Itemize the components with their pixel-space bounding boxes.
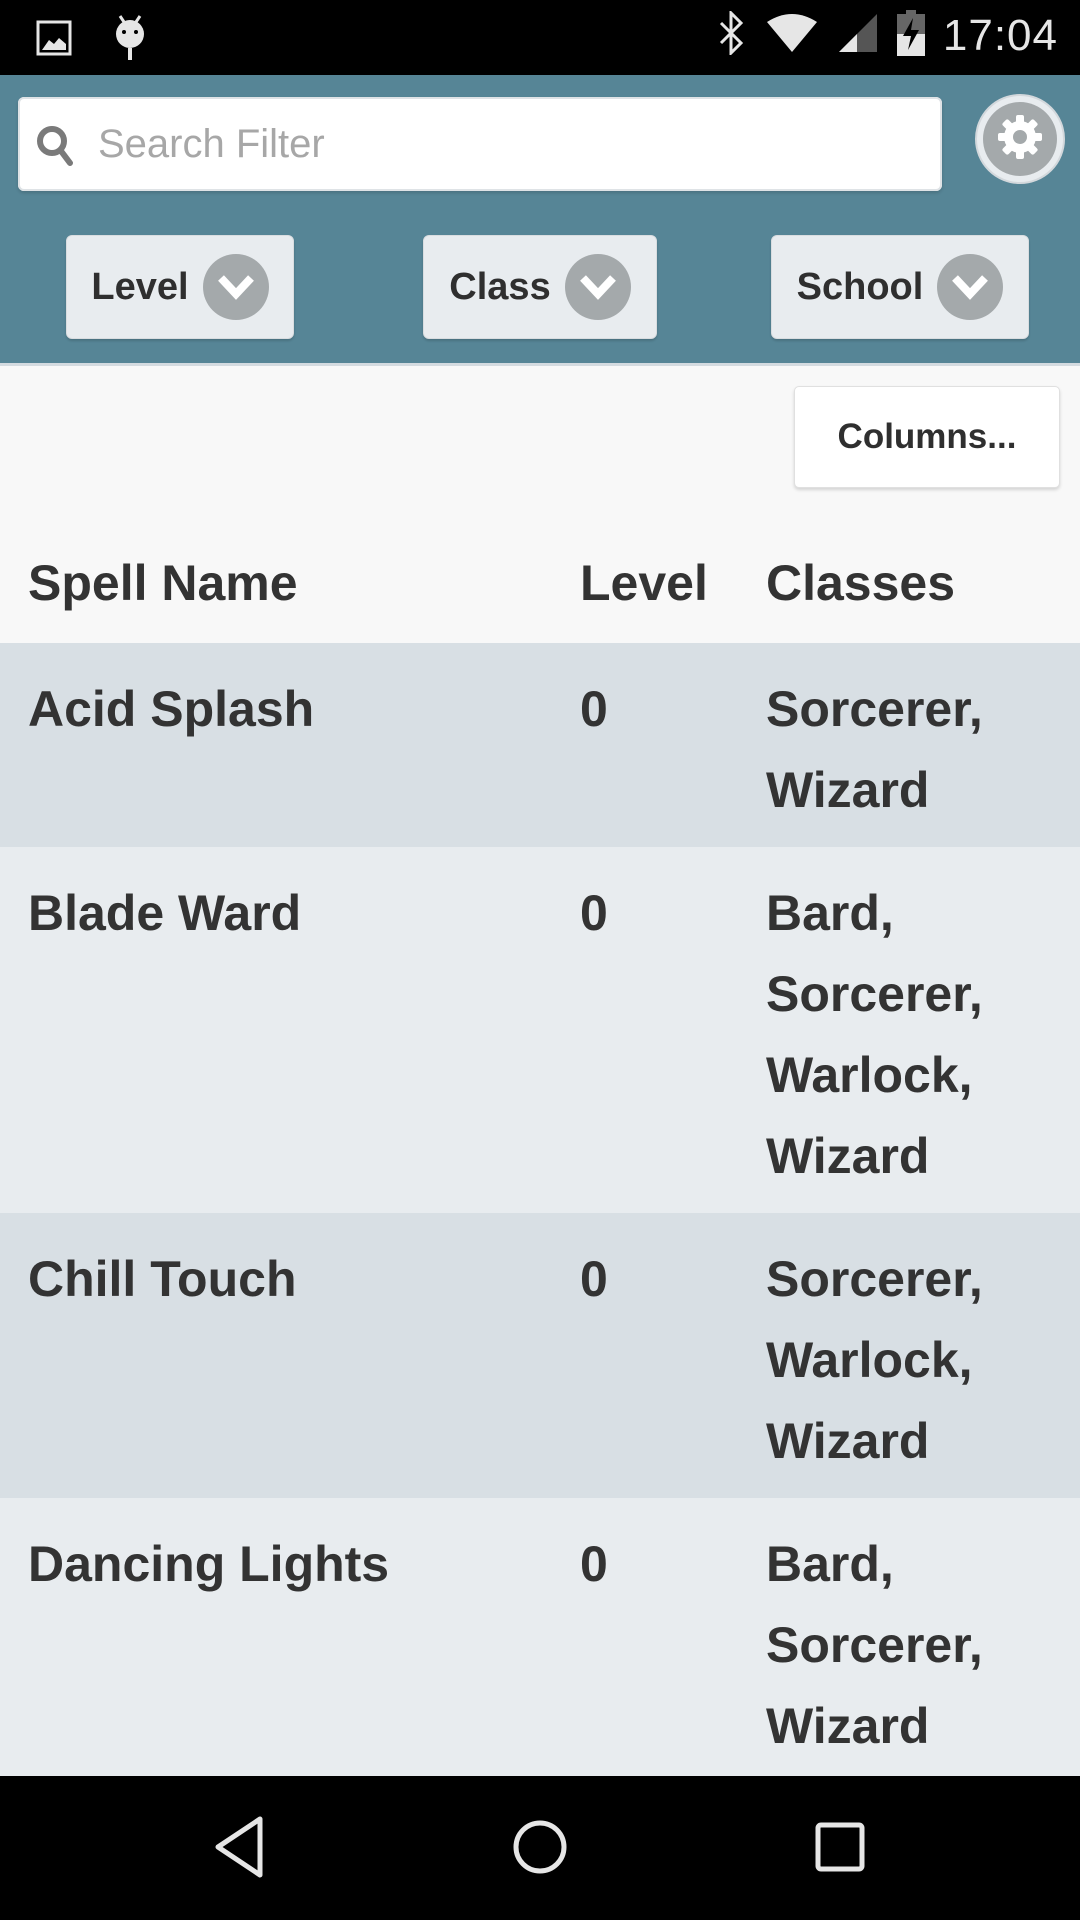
settings-button[interactable] (975, 94, 1065, 184)
recents-square-icon (812, 1819, 868, 1880)
columns-button[interactable]: Columns... (794, 386, 1060, 488)
spell-name: Blade Ward (28, 885, 302, 941)
clock: 17:04 (942, 10, 1058, 60)
class-entry: Wizard (766, 1698, 930, 1754)
navigation-bar (0, 1776, 1080, 1920)
spell-classes: Bard, Sorcerer, Warlock, Wizard (766, 873, 983, 1197)
table-row[interactable]: Chill Touch 0 Sorcerer, Warlock, Wizard (0, 1213, 1080, 1498)
search-icon (32, 119, 82, 169)
table-row[interactable]: Acid Splash 0 Sorcerer, Wizard (0, 643, 1080, 847)
class-entry: Wizard (766, 1413, 930, 1469)
column-header-classes[interactable]: Classes (766, 554, 955, 612)
image-icon (36, 20, 72, 61)
chevron-down-icon (937, 254, 1004, 320)
class-entry: Sorcerer, (766, 681, 983, 737)
back-triangle-icon (210, 1815, 270, 1884)
spell-classes: Sorcerer, Wizard (766, 669, 983, 831)
class-entry: Bard, (766, 885, 894, 941)
class-entry: Warlock, (766, 1047, 973, 1103)
table-row[interactable]: Blade Ward 0 Bard, Sorcerer, Warlock, Wi… (0, 847, 1080, 1213)
column-header-spell-name[interactable]: Spell Name (28, 554, 298, 612)
spell-name: Chill Touch (28, 1251, 297, 1307)
class-entry: Bard, (766, 1536, 894, 1592)
level-filter-button[interactable]: Level (66, 235, 294, 339)
filter-header: Level Class School (0, 75, 1080, 363)
cell-signal-icon (837, 12, 879, 59)
home-circle-icon (510, 1817, 570, 1882)
level-filter-label: Level (91, 265, 189, 308)
recents-button[interactable] (795, 1804, 885, 1894)
gear-icon (995, 112, 1045, 167)
home-button[interactable] (495, 1804, 585, 1894)
spell-level: 0 (580, 885, 608, 941)
class-entry: Sorcerer, (766, 1251, 983, 1307)
status-bar: 17:04 (0, 0, 1080, 75)
spell-table: Spell Name Level Classes Acid Splash 0 S… (0, 523, 1080, 1776)
android-debug-icon (112, 14, 148, 67)
battery-charging-icon (896, 10, 925, 61)
class-filter-label: Class (449, 265, 551, 308)
school-filter-button[interactable]: School (771, 235, 1029, 339)
table-row[interactable]: Dancing Lights 0 Bard, Sorcerer, Wizard (0, 1498, 1080, 1776)
class-entry: Wizard (766, 762, 930, 818)
chevron-down-icon (564, 254, 631, 320)
back-button[interactable] (195, 1804, 285, 1894)
spell-name: Acid Splash (28, 681, 315, 737)
spell-name: Dancing Lights (28, 1536, 390, 1592)
wifi-icon (765, 12, 819, 59)
spell-list-content: Columns... Spell Name Level Classes Acid… (0, 363, 1080, 1776)
class-entry: Wizard (766, 1128, 930, 1184)
class-entry: Warlock, (766, 1332, 973, 1388)
bluetooth-icon (717, 9, 747, 60)
search-box[interactable] (18, 97, 942, 191)
table-header: Spell Name Level Classes (0, 523, 1080, 643)
spell-classes: Sorcerer, Warlock, Wizard (766, 1239, 983, 1482)
class-entry: Sorcerer, (766, 966, 983, 1022)
column-header-level[interactable]: Level (580, 554, 708, 612)
chevron-down-icon (202, 254, 269, 320)
spell-level: 0 (580, 681, 608, 737)
school-filter-label: School (796, 265, 924, 308)
class-filter-button[interactable]: Class (423, 235, 657, 339)
spell-level: 0 (580, 1536, 608, 1592)
spell-level: 0 (580, 1251, 608, 1307)
search-input[interactable] (98, 121, 918, 167)
divider (0, 363, 1080, 366)
class-entry: Sorcerer, (766, 1617, 983, 1673)
spell-classes: Bard, Sorcerer, Wizard (766, 1524, 983, 1767)
